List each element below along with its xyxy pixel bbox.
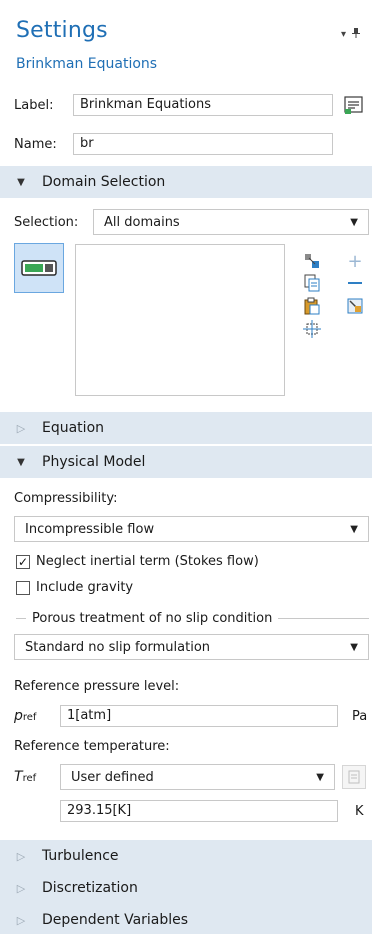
section-physical-model[interactable]: ▼ Physical Model: [0, 446, 372, 478]
ref-temperature-label: Reference temperature:: [14, 739, 170, 754]
edit-label-icon[interactable]: [343, 94, 365, 116]
page-subtitle: Brinkman Equations: [16, 56, 158, 72]
porous-group-header: Porous treatment of no slip condition: [16, 611, 369, 626]
t-ref-unit: K: [355, 804, 364, 819]
p-ref-symbol: pref: [14, 708, 37, 724]
p-ref-unit: Pa: [352, 709, 368, 724]
domain-selection-toggle-icon[interactable]: [14, 243, 64, 293]
chevron-down-icon: ▼: [316, 771, 324, 783]
section-equation[interactable]: ▷ Equation: [0, 412, 372, 444]
page-title: Settings: [16, 18, 108, 43]
collapse-arrow-icon: ▼: [17, 456, 25, 468]
minus-icon[interactable]: [345, 273, 365, 293]
chevron-down-icon: ▼: [350, 523, 358, 535]
expand-arrow-icon: ▷: [16, 913, 26, 927]
section-dependent-variables[interactable]: ▷ Dependent Variables: [0, 904, 372, 934]
zoom-to-selection-icon[interactable]: [302, 319, 322, 339]
name-field-label: Name:: [14, 137, 57, 152]
selection-label: Selection:: [14, 215, 79, 230]
expand-arrow-icon: ▷: [16, 881, 26, 895]
t-ref-input[interactable]: 293.15[K]: [60, 800, 338, 822]
expand-arrow-icon: ▷: [16, 421, 26, 435]
plus-icon[interactable]: +: [345, 251, 365, 272]
selection-dropdown[interactable]: All domains ▼: [93, 209, 369, 235]
t-ref-symbol: Tref: [14, 769, 37, 785]
ref-pressure-label: Reference pressure level:: [14, 679, 180, 694]
section-turbulence[interactable]: ▷ Turbulence: [0, 840, 372, 872]
paste-selection-icon[interactable]: [302, 296, 322, 316]
include-gravity-checkbox[interactable]: [16, 580, 30, 595]
p-ref-input[interactable]: 1[atm]: [60, 705, 338, 727]
select-box-icon[interactable]: [302, 251, 322, 271]
section-discretization[interactable]: ▷ Discretization: [0, 872, 372, 904]
name-input[interactable]: br: [73, 133, 333, 155]
neglect-inertial-row[interactable]: ✓ Neglect inertial term (Stokes flow): [16, 554, 259, 569]
porous-treatment-dropdown[interactable]: Standard no slip formulation ▼: [14, 634, 369, 660]
neglect-inertial-checkbox[interactable]: ✓: [16, 554, 30, 569]
compressibility-label: Compressibility:: [14, 491, 118, 506]
copy-selection-icon[interactable]: [302, 273, 322, 293]
section-domain-selection[interactable]: ▼ Domain Selection: [0, 166, 372, 198]
collapse-arrow-icon: ▼: [17, 176, 25, 188]
selection-list[interactable]: [75, 244, 285, 396]
window-controls[interactable]: ▾: [341, 28, 360, 41]
variable-reference-icon: [342, 765, 366, 789]
compressibility-dropdown[interactable]: Incompressible flow ▼: [14, 516, 369, 542]
label-input[interactable]: Brinkman Equations: [73, 94, 333, 116]
t-ref-mode-dropdown[interactable]: User defined ▼: [60, 764, 335, 790]
chevron-down-icon: ▼: [350, 641, 358, 653]
include-gravity-row[interactable]: Include gravity: [16, 580, 133, 595]
chevron-down-icon[interactable]: ▾: [341, 29, 346, 40]
expand-arrow-icon: ▷: [16, 849, 26, 863]
label-field-label: Label:: [14, 98, 54, 113]
pin-icon[interactable]: [352, 28, 360, 41]
chevron-down-icon: ▼: [350, 216, 358, 228]
clear-selection-icon[interactable]: [345, 296, 365, 316]
